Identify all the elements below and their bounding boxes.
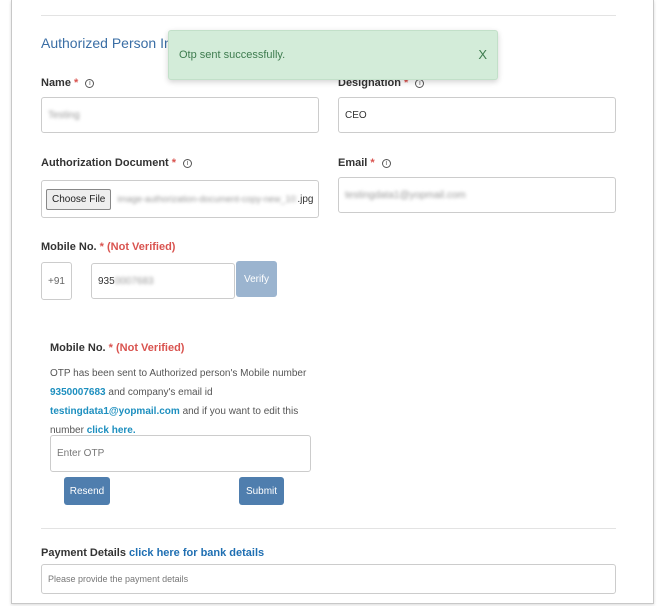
designation-input[interactable]: CEO [338,97,616,133]
mobile-label-text: Mobile No. [41,241,97,253]
section-divider [41,528,616,529]
email-value: testingdata1@yopmail.com [345,189,466,201]
choose-file-button[interactable]: Choose File [46,188,112,210]
payment-label-text: Payment Details [41,547,126,559]
bank-details-link[interactable]: click here for bank details [129,547,264,559]
name-input[interactable]: Testing [41,97,319,133]
email-input[interactable]: testingdata1@yopmail.com [338,177,616,213]
required-marker: * [99,241,104,253]
required-marker: * [108,342,113,354]
form-panel [11,0,654,604]
mobile-value: 935 [98,275,115,287]
auth-doc-file-input[interactable]: Choose File image-authorization-document… [41,180,319,218]
verification-status: (Not Verified) [107,241,176,253]
name-label-text: Name [41,77,71,89]
auth-doc-label: Authorization Document * i [41,157,193,169]
payment-placeholder: Please provide the payment details [48,574,189,584]
required-marker: * [171,157,177,169]
submit-button[interactable]: Submit [239,477,284,505]
name-label: Name * i [41,77,95,89]
section-title: Authorized Person Informa [41,35,171,51]
otp-mobile-label: Mobile No. * (Not Verified) [50,342,184,354]
resend-button[interactable]: Resend [64,477,110,505]
country-code: +91 [41,262,72,300]
otp-placeholder: Enter OTP [57,448,105,459]
file-extension: .jpg [297,193,314,205]
auth-doc-label-text: Authorization Document [41,157,169,169]
required-marker: * [74,77,79,89]
otp-phone: 9350007683 [50,387,106,398]
mobile-input[interactable]: 935 0007683 [91,263,235,299]
info-icon[interactable]: i [183,158,193,168]
mobile-label: Mobile No. * (Not Verified) [41,241,175,253]
payment-details-input[interactable]: Please provide the payment details [41,564,616,594]
otp-text-part: and company's email id [108,387,213,398]
designation-value: CEO [345,109,367,121]
name-value: Testing [48,109,80,121]
otp-input[interactable]: Enter OTP [50,435,311,472]
payment-label: Payment Details click here for bank deta… [41,547,264,559]
close-icon[interactable]: X [478,47,487,62]
file-name: image-authorization-document-copy-new_10… [117,194,298,204]
email-label-text: Email [338,157,368,169]
info-icon[interactable]: i [381,158,391,168]
toast-message: Otp sent successfully. [179,49,286,61]
email-label: Email * i [338,157,391,169]
otp-info-text: OTP has been sent to Authorized person's… [50,364,320,440]
verification-status: (Not Verified) [116,342,185,354]
otp-email: testingdata1@yopmail.com [50,406,180,417]
success-toast: Otp sent successfully. X [168,30,498,80]
otp-mobile-label-text: Mobile No. [50,342,106,354]
info-icon[interactable]: i [85,78,95,88]
verify-button[interactable]: Verify [236,261,277,297]
otp-text-part: OTP has been sent to Authorized person's… [50,368,307,379]
required-marker: * [370,157,375,169]
mobile-value-masked: 0007683 [114,275,154,287]
top-divider [41,15,616,16]
